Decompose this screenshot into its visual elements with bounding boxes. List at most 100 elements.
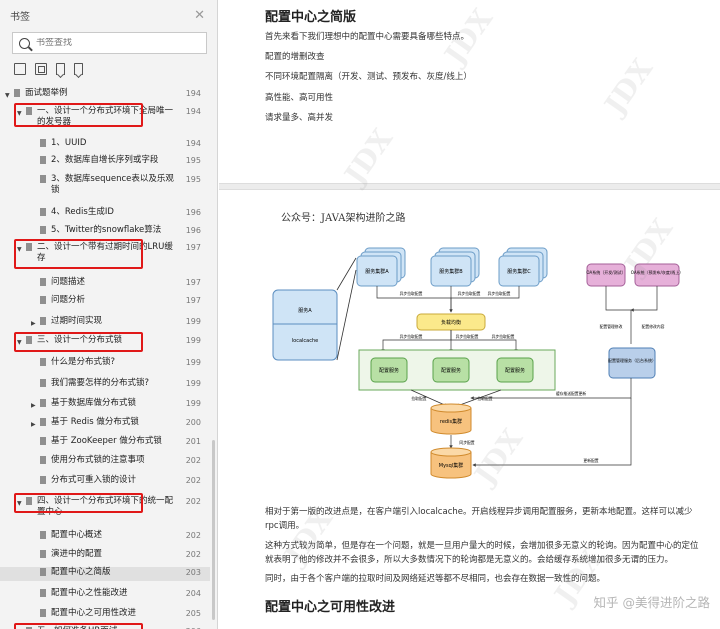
sidebar-scrollbar[interactable]	[212, 440, 215, 620]
bookmark-item[interactable]: 2、数据库自增长序列或字段 195	[0, 155, 210, 169]
bookmark-item[interactable]: 基于 ZooKeeper 做分布式锁 201	[0, 436, 210, 450]
chevron-down-icon[interactable]: ▼	[17, 108, 22, 119]
chevron-down-icon[interactable]: ▼	[17, 337, 22, 348]
bookmark-page-number: 205	[185, 609, 201, 618]
bookmark-search[interactable]	[12, 32, 207, 54]
bookmark-item[interactable]: 配置中心概述 202	[0, 530, 210, 544]
bookmark-page-number: 195	[185, 156, 201, 165]
bookmark-item[interactable]: 问题描述 197	[0, 277, 210, 291]
bookmark-search-input[interactable]	[36, 38, 186, 48]
expand-all-icon[interactable]	[14, 63, 26, 75]
bookmark-page-number: 196	[185, 226, 201, 235]
bookmark-label: 基于 ZooKeeper 做分布式锁	[51, 436, 162, 446]
edge-label: 异步拉取配置	[458, 291, 481, 296]
redis-cluster: redis集群	[430, 403, 472, 435]
bookmark-page-number: 199	[185, 399, 201, 408]
bookmark-label: 2、数据库自增长序列或字段	[51, 155, 159, 165]
paragraph: 同时，由于各个客户端的拉取时间及网络延迟等都不尽相同，也会存在数据一致性的问题。	[265, 574, 606, 584]
service-cluster-c: 服务集群C	[498, 247, 548, 287]
chevron-down-icon[interactable]: ▼	[17, 244, 22, 255]
bookmark-page-number: 194	[185, 89, 201, 98]
edge-label: 异步拉取配置	[400, 291, 423, 296]
mysql-cluster: Mysql集群	[430, 447, 472, 479]
bookmark-item[interactable]: ▼ 面试题举例 194	[0, 88, 210, 102]
chevron-down-icon[interactable]: ▼	[17, 498, 22, 509]
client-app-box	[272, 289, 338, 361]
chevron-right-icon[interactable]: ▶	[31, 419, 36, 430]
bookmark-item[interactable]: ▶ 过期时间实现 199	[0, 316, 210, 330]
bookmark-item[interactable]: 什么是分布式锁? 199	[0, 357, 210, 371]
config-service-label: 配置服务	[379, 367, 399, 374]
bookmark-page-number: 202	[185, 456, 201, 465]
bookmark-item[interactable]: 3、数据库sequence表以及乐观锁 195	[0, 174, 210, 202]
paragraph: 请求量多、高并发	[265, 113, 334, 123]
bookmark-item[interactable]: 5、Twitter的snowflake算法 196	[0, 225, 210, 239]
edge-label: 异步拉取配置	[488, 291, 511, 296]
bookmark-icon	[40, 609, 46, 617]
oa-system-label: OA系统（开发/测试）	[586, 269, 625, 275]
bookmark-label: 配置中心之性能改进	[51, 588, 128, 598]
bookmark-icon	[40, 175, 46, 183]
bookmark-item[interactable]: 分布式可重入锁的设计 202	[0, 475, 210, 489]
bookmark-label: 基于数据库做分布式锁	[51, 398, 137, 408]
bookmark-icon	[40, 208, 46, 216]
bookmark-page-number: 194	[185, 139, 201, 148]
bookmark-icon	[40, 139, 46, 147]
edge-label: 拉取配置	[477, 396, 492, 401]
bookmark-icon	[40, 437, 46, 445]
bookmark-label: 什么是分布式锁?	[51, 357, 116, 367]
diagram-caption: 公众号：JAVA架构进阶之路	[281, 213, 406, 224]
bookmark-icon	[26, 107, 32, 115]
chevron-right-icon[interactable]: ▶	[31, 400, 36, 411]
bookmark-label: 二、设计一个带有过期时间的LRU缓存	[37, 242, 173, 263]
bookmark-item[interactable]: 配置中心之简版 203	[0, 567, 210, 581]
edge-label: 拉取配置	[411, 396, 426, 401]
paragraph: 不同环境配置隔离（开发、测试、预发布、灰度/线上）	[265, 72, 472, 82]
bookmark-icon	[26, 497, 32, 505]
bookmark-label: 面试题举例	[25, 88, 68, 98]
bookmark-label: 我们需要怎样的分布式锁?	[51, 378, 150, 388]
bookmark-item[interactable]: ▼ 一、设计一个分布式环境下全局唯一的发号器 194	[0, 106, 210, 127]
edge-label: 同步配置	[459, 440, 474, 445]
edge-label: 缓存推送配置更新	[556, 391, 587, 396]
bookmark-icon	[40, 317, 46, 325]
bookmark-page-number: 199	[185, 358, 201, 367]
bookmark-label: 5、Twitter的snowflake算法	[51, 225, 162, 235]
bookmark-item[interactable]: 配置中心之性能改进 204	[0, 588, 210, 602]
collapse-all-icon[interactable]	[35, 63, 47, 75]
bookmark-page-number: 197	[185, 296, 201, 305]
document-view: 配置中心之简版 首先来看下我们理想中的配置中心需要具备哪些特点。 配置的增删改查…	[219, 0, 720, 629]
bookmark-icon	[26, 243, 32, 251]
close-icon[interactable]: ✕	[194, 8, 205, 23]
bookmark-icon[interactable]	[74, 63, 83, 75]
bookmark-page-number: 203	[185, 568, 201, 577]
chevron-down-icon[interactable]: ▼	[5, 90, 10, 101]
bookmark-item[interactable]: ▶ 基于数据库做分布式锁 199	[0, 398, 210, 412]
bookmark-label: 分布式可重入锁的设计	[51, 475, 137, 485]
bookmark-page-number: 202	[185, 531, 201, 540]
bookmark-item[interactable]: 4、Redis生成ID 196	[0, 207, 210, 221]
bookmark-add-icon[interactable]	[56, 63, 65, 75]
paragraph: 这种方式较为简单，但是存在一个问题，就是一旦用户量大的时候，会增加很多无意义的轮…	[265, 541, 699, 565]
bookmark-item[interactable]: ▶ 基于 Redis 做分布式锁 200	[0, 417, 210, 431]
bookmark-item[interactable]: 问题分析 197	[0, 295, 210, 309]
edge-label: 异步拉取配置	[492, 334, 515, 339]
oa-system-box	[586, 263, 626, 287]
bookmark-page-number: 195	[185, 175, 201, 184]
chevron-right-icon[interactable]: ▶	[31, 318, 36, 329]
service-cluster-a: 服务集群A	[356, 247, 406, 287]
bookmark-item[interactable]: 使用分布式锁的注意事项 202	[0, 455, 210, 469]
bookmark-item[interactable]: ▼ 四、设计一个分布式环境下的统一配置中心 202	[0, 496, 210, 517]
bookmark-item[interactable]: 1、UUID 194	[0, 138, 210, 152]
bookmark-item[interactable]: ▼ 三、设计一个分布式锁 199	[0, 335, 210, 349]
bookmark-icon	[40, 456, 46, 464]
edge-label: 更新配置	[583, 458, 598, 463]
bookmark-item[interactable]: ▼ 二、设计一个带有过期时间的LRU缓存 197	[0, 242, 210, 266]
bookmark-label: 四、设计一个分布式环境下的统一配置中心	[37, 496, 174, 517]
zhihu-watermark: 知乎 @美得进阶之路	[593, 595, 710, 610]
bookmark-item[interactable]: 演进中的配置 202	[0, 549, 210, 563]
bookmark-item[interactable]: 配置中心之可用性改进 205	[0, 608, 210, 622]
bookmark-page-number: 204	[185, 589, 201, 598]
bookmark-item[interactable]: 我们需要怎样的分布式锁? 199	[0, 378, 210, 392]
bookmark-icon	[40, 399, 46, 407]
